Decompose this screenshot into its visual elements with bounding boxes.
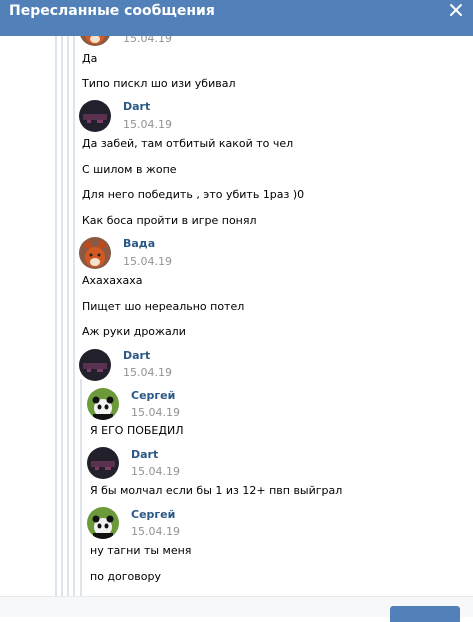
message-text: Да <box>82 52 98 65</box>
thread-line <box>73 36 75 606</box>
dialog-header: Пересланные сообщения <box>0 0 473 36</box>
message-date: 15.04.19 <box>131 465 180 478</box>
footer-button[interactable] <box>390 606 460 622</box>
dark-avatar[interactable] <box>79 349 111 381</box>
message-text: Типо пискл шо изи убивал <box>82 77 236 90</box>
message-author[interactable]: Сергей <box>131 508 175 521</box>
thread-line <box>61 36 63 606</box>
message-date: 15.04.19 <box>123 118 172 131</box>
message-text: С шилом в жопе <box>82 163 177 176</box>
message-date: 15.04.19 <box>123 366 172 379</box>
message-text: Я ЕГО ПОБЕДИЛ <box>90 424 184 437</box>
panda-avatar[interactable] <box>87 507 119 539</box>
message-text: Как боса пройти в игре понял <box>82 214 257 227</box>
close-icon[interactable] <box>448 2 464 18</box>
message-date: 15.04.19 <box>123 36 172 45</box>
message-author[interactable]: Сергей <box>131 389 175 402</box>
fox-avatar[interactable] <box>79 237 111 269</box>
message-author[interactable]: Dart <box>123 349 150 362</box>
message-author[interactable]: Вада <box>123 237 155 250</box>
forwarded-messages-list[interactable]: 15.04.19 Да Типо пискл шо изи убивал Dar… <box>0 36 473 606</box>
message-text: Для него победить , это убить 1раз )0 <box>82 188 305 201</box>
thread-line <box>67 36 69 606</box>
message-author[interactable]: Dart <box>131 448 158 461</box>
message-text: Ахахахаха <box>82 274 143 287</box>
dark-avatar[interactable] <box>79 100 111 132</box>
panda-avatar[interactable] <box>87 388 119 420</box>
dialog-title: Пересланные сообщения <box>9 3 215 19</box>
fox-avatar[interactable] <box>79 36 111 46</box>
message-text: Да забей, там отбитый какой то чел <box>82 137 294 150</box>
message-date: 15.04.19 <box>131 525 180 538</box>
message-date: 15.04.19 <box>123 255 172 268</box>
message-text: Аж руки дрожали <box>82 325 186 338</box>
thread-line <box>80 379 82 606</box>
message-author[interactable]: Dart <box>123 100 150 113</box>
message-date: 15.04.19 <box>131 406 180 419</box>
message-text: по договору <box>90 570 161 583</box>
message-text: Пищет шо нереально потел <box>82 300 245 313</box>
message-text: ну тагни ты меня <box>90 544 192 557</box>
message-text: Я бы молчал если бы 1 из 12+ пвп выйграл <box>90 484 343 497</box>
dark-avatar[interactable] <box>87 447 119 479</box>
thread-line <box>55 36 57 606</box>
